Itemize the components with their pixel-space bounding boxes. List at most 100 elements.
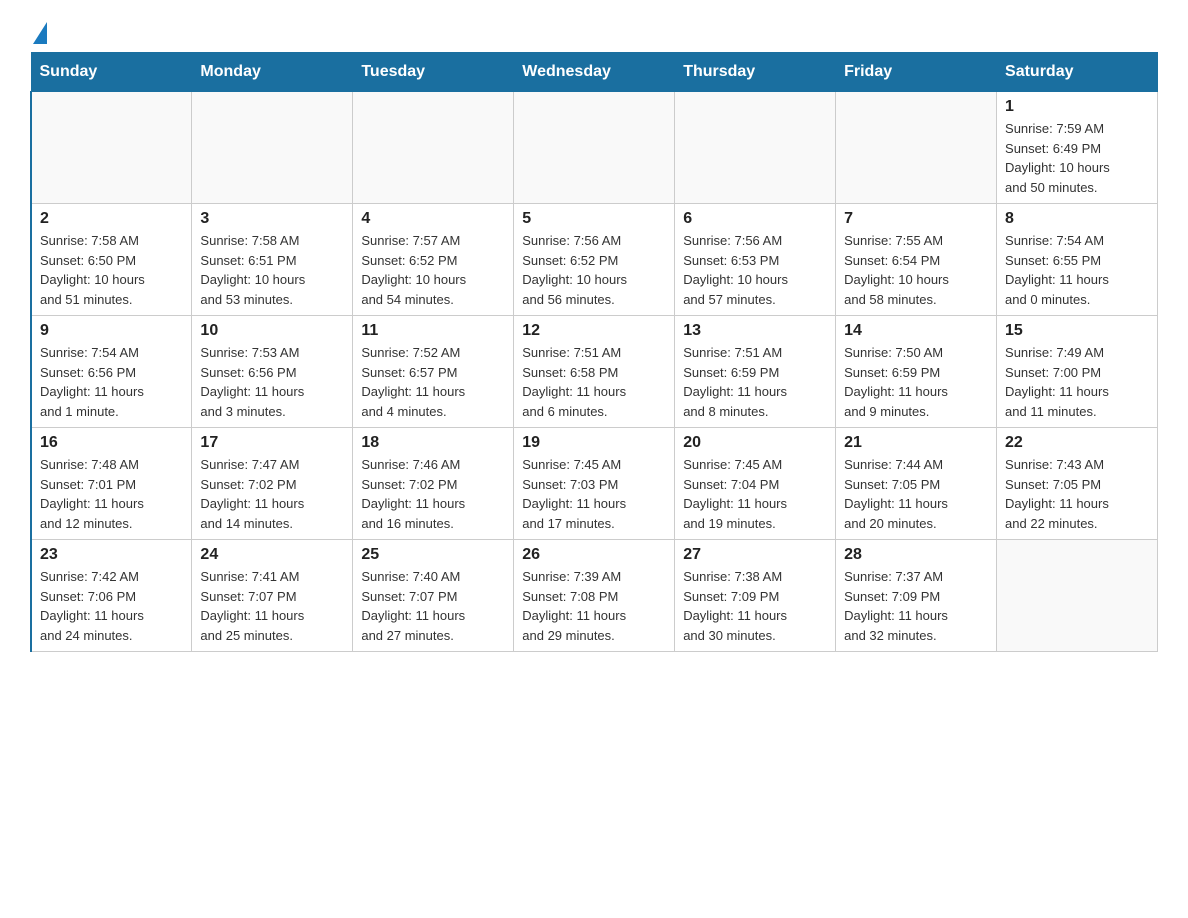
header-tuesday: Tuesday [353,53,514,92]
day-number: 16 [40,434,183,452]
calendar-week-row: 9 Sunrise: 7:54 AM Sunset: 6:56 PM Daylig… [31,316,1158,428]
calendar-cell [836,92,997,204]
day-info: Sunrise: 7:57 AM Sunset: 6:52 PM Dayligh… [361,231,505,309]
calendar-cell: 26 Sunrise: 7:39 AM Sunset: 7:08 PM Dayli… [514,540,675,652]
day-info: Sunrise: 7:52 AM Sunset: 6:57 PM Dayligh… [361,343,505,421]
day-number: 18 [361,434,505,452]
calendar-cell: 17Sunrise: 7:47 AM Sunset: 7:02 PM Dayli… [192,428,353,540]
day-number: 5 [522,210,666,228]
day-info: Sunrise: 7:55 AM Sunset: 6:54 PM Dayligh… [844,231,988,309]
calendar-cell: 25 Sunrise: 7:40 AM Sunset: 7:07 PM Dayli… [353,540,514,652]
day-info: Sunrise: 7:56 AM Sunset: 6:53 PM Dayligh… [683,231,827,309]
calendar-cell: 7 Sunrise: 7:55 AM Sunset: 6:54 PM Daylig… [836,204,997,316]
day-info: Sunrise: 7:56 AM Sunset: 6:52 PM Dayligh… [522,231,666,309]
day-info: Sunrise: 7:48 AM Sunset: 7:01 PM Dayligh… [40,455,183,533]
calendar-cell: 5 Sunrise: 7:56 AM Sunset: 6:52 PM Daylig… [514,204,675,316]
day-info: Sunrise: 7:51 AM Sunset: 6:58 PM Dayligh… [522,343,666,421]
calendar-header-row: SundayMondayTuesdayWednesdayThursdayFrid… [31,53,1158,92]
day-number: 3 [200,210,344,228]
calendar-cell: 22 Sunrise: 7:43 AM Sunset: 7:05 PM Dayli… [997,428,1158,540]
day-info: Sunrise: 7:54 AM Sunset: 6:55 PM Dayligh… [1005,231,1149,309]
calendar-cell: 11 Sunrise: 7:52 AM Sunset: 6:57 PM Dayli… [353,316,514,428]
calendar-cell: 28 Sunrise: 7:37 AM Sunset: 7:09 PM Dayli… [836,540,997,652]
calendar-cell: 21 Sunrise: 7:44 AM Sunset: 7:05 PM Dayli… [836,428,997,540]
header-friday: Friday [836,53,997,92]
calendar-cell [353,92,514,204]
day-info: Sunrise: 7:58 AM Sunset: 6:50 PM Dayligh… [40,231,183,309]
day-info: Sunrise: 7:59 AM Sunset: 6:49 PM Dayligh… [1005,119,1149,197]
calendar-cell: 18Sunrise: 7:46 AM Sunset: 7:02 PM Dayli… [353,428,514,540]
calendar-cell: 12 Sunrise: 7:51 AM Sunset: 6:58 PM Dayli… [514,316,675,428]
calendar-cell: 23 Sunrise: 7:42 AM Sunset: 7:06 PM Dayli… [31,540,192,652]
page-header [30,20,1158,42]
calendar-cell: 15 Sunrise: 7:49 AM Sunset: 7:00 PM Dayli… [997,316,1158,428]
calendar-week-row: 2 Sunrise: 7:58 AM Sunset: 6:50 PM Daylig… [31,204,1158,316]
calendar-cell [192,92,353,204]
day-number: 2 [40,210,183,228]
day-number: 22 [1005,434,1149,452]
day-info: Sunrise: 7:54 AM Sunset: 6:56 PM Dayligh… [40,343,183,421]
day-info: Sunrise: 7:40 AM Sunset: 7:07 PM Dayligh… [361,567,505,645]
day-number: 27 [683,546,827,564]
day-info: Sunrise: 7:45 AM Sunset: 7:03 PM Dayligh… [522,455,666,533]
day-info: Sunrise: 7:45 AM Sunset: 7:04 PM Dayligh… [683,455,827,533]
day-info: Sunrise: 7:47 AM Sunset: 7:02 PM Dayligh… [200,455,344,533]
day-info: Sunrise: 7:37 AM Sunset: 7:09 PM Dayligh… [844,567,988,645]
calendar-cell: 10 Sunrise: 7:53 AM Sunset: 6:56 PM Dayli… [192,316,353,428]
calendar-cell: 4 Sunrise: 7:57 AM Sunset: 6:52 PM Daylig… [353,204,514,316]
day-info: Sunrise: 7:39 AM Sunset: 7:08 PM Dayligh… [522,567,666,645]
day-info: Sunrise: 7:38 AM Sunset: 7:09 PM Dayligh… [683,567,827,645]
calendar-cell: 3 Sunrise: 7:58 AM Sunset: 6:51 PM Daylig… [192,204,353,316]
day-number: 4 [361,210,505,228]
day-number: 23 [40,546,183,564]
header-saturday: Saturday [997,53,1158,92]
day-number: 14 [844,322,988,340]
day-number: 7 [844,210,988,228]
calendar-cell: 19 Sunrise: 7:45 AM Sunset: 7:03 PM Dayli… [514,428,675,540]
day-number: 6 [683,210,827,228]
day-number: 12 [522,322,666,340]
calendar-cell: 14 Sunrise: 7:50 AM Sunset: 6:59 PM Dayli… [836,316,997,428]
calendar-table: SundayMondayTuesdayWednesdayThursdayFrid… [30,52,1158,652]
day-number: 26 [522,546,666,564]
day-info: Sunrise: 7:53 AM Sunset: 6:56 PM Dayligh… [200,343,344,421]
calendar-cell: 2 Sunrise: 7:58 AM Sunset: 6:50 PM Daylig… [31,204,192,316]
day-number: 21 [844,434,988,452]
day-number: 15 [1005,322,1149,340]
calendar-cell: 16 Sunrise: 7:48 AM Sunset: 7:01 PM Dayli… [31,428,192,540]
day-number: 25 [361,546,505,564]
calendar-cell [997,540,1158,652]
calendar-cell: 27 Sunrise: 7:38 AM Sunset: 7:09 PM Dayli… [675,540,836,652]
calendar-cell: 1 Sunrise: 7:59 AM Sunset: 6:49 PM Daylig… [997,92,1158,204]
day-info: Sunrise: 7:44 AM Sunset: 7:05 PM Dayligh… [844,455,988,533]
day-number: 11 [361,322,505,340]
day-number: 10 [200,322,344,340]
calendar-week-row: 16 Sunrise: 7:48 AM Sunset: 7:01 PM Dayli… [31,428,1158,540]
header-wednesday: Wednesday [514,53,675,92]
calendar-cell: 6 Sunrise: 7:56 AM Sunset: 6:53 PM Daylig… [675,204,836,316]
logo [30,20,47,42]
calendar-cell: 9 Sunrise: 7:54 AM Sunset: 6:56 PM Daylig… [31,316,192,428]
day-number: 28 [844,546,988,564]
day-number: 1 [1005,98,1149,116]
logo-triangle-icon [33,22,47,44]
day-info: Sunrise: 7:58 AM Sunset: 6:51 PM Dayligh… [200,231,344,309]
calendar-cell [675,92,836,204]
calendar-week-row: 1 Sunrise: 7:59 AM Sunset: 6:49 PM Daylig… [31,92,1158,204]
day-number: 19 [522,434,666,452]
day-number: 20 [683,434,827,452]
day-info: Sunrise: 7:42 AM Sunset: 7:06 PM Dayligh… [40,567,183,645]
day-number: 24 [200,546,344,564]
calendar-cell: 24 Sunrise: 7:41 AM Sunset: 7:07 PM Dayli… [192,540,353,652]
header-sunday: Sunday [31,53,192,92]
day-number: 9 [40,322,183,340]
header-monday: Monday [192,53,353,92]
day-info: Sunrise: 7:49 AM Sunset: 7:00 PM Dayligh… [1005,343,1149,421]
day-number: 8 [1005,210,1149,228]
day-info: Sunrise: 7:50 AM Sunset: 6:59 PM Dayligh… [844,343,988,421]
day-info: Sunrise: 7:51 AM Sunset: 6:59 PM Dayligh… [683,343,827,421]
day-info: Sunrise: 7:43 AM Sunset: 7:05 PM Dayligh… [1005,455,1149,533]
day-info: Sunrise: 7:41 AM Sunset: 7:07 PM Dayligh… [200,567,344,645]
calendar-cell [514,92,675,204]
calendar-cell [31,92,192,204]
